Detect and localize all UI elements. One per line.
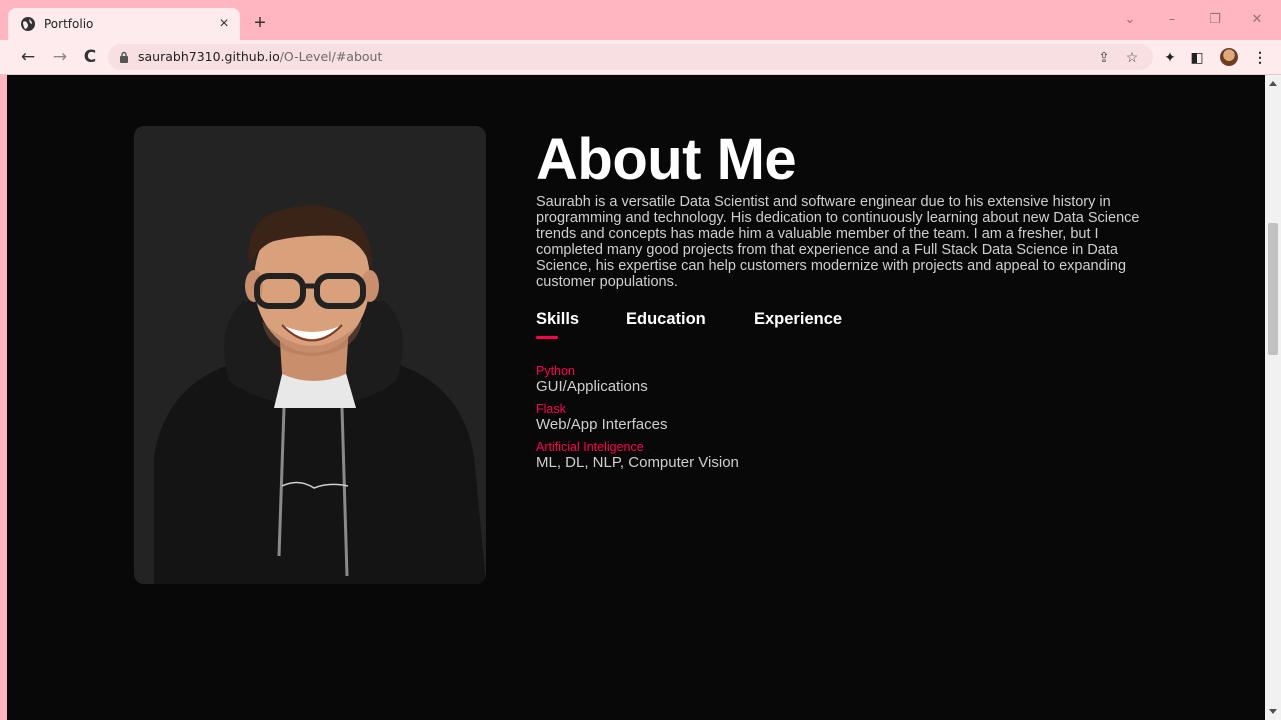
minimize-button[interactable]: – — [1160, 10, 1184, 30]
lock-icon — [120, 51, 128, 63]
window-edge — [0, 75, 7, 720]
skill-desc: ML, DL, NLP, Computer Vision — [536, 454, 739, 471]
tab-close-icon[interactable]: × — [216, 16, 232, 32]
scroll-down-icon[interactable] — [1269, 709, 1277, 714]
new-tab-button[interactable]: + — [248, 12, 272, 36]
share-icon[interactable]: ⇪ — [1096, 49, 1112, 65]
side-panel-icon[interactable]: ◧ — [1189, 49, 1205, 65]
about-bio: Saurabh is a versatile Data Scientist an… — [536, 194, 1140, 290]
list-item: Python GUI/Applications — [536, 364, 1146, 396]
skill-desc: Web/App Interfaces — [536, 416, 668, 433]
tab-title: Portfolio — [44, 17, 94, 31]
profile-avatar[interactable] — [1220, 48, 1238, 66]
globe-icon — [21, 17, 35, 31]
active-tab-indicator — [536, 336, 558, 339]
scroll-up-icon[interactable] — [1269, 81, 1277, 86]
about-tabs: Skills Education Experience — [536, 310, 1146, 340]
page-scrollbar[interactable] — [1265, 75, 1281, 720]
url-text: saurabh7310.github.io/O-Level/#about — [138, 49, 383, 64]
browser-toolbar: ← → C saurabh7310.github.io/O-Level/#abo… — [0, 40, 1281, 75]
tab-education[interactable]: Education — [626, 310, 706, 329]
list-item: Flask Web/App Interfaces — [536, 402, 1146, 434]
skills-list: Python GUI/Applications Flask Web/App In… — [536, 364, 1146, 472]
profile-photo — [134, 126, 486, 584]
tab-search-icon[interactable]: ⌄ — [1118, 10, 1142, 30]
section-title: About Me — [536, 127, 797, 192]
portrait-illustration — [154, 205, 486, 584]
about-section: About Me Saurabh is a versatile Data Sci… — [536, 126, 1146, 478]
list-item: Artificial Inteligence ML, DL, NLP, Comp… — [536, 440, 1146, 472]
back-button[interactable]: ← — [18, 47, 38, 67]
address-bar[interactable]: saurabh7310.github.io/O-Level/#about ⇪ ☆ — [108, 44, 1153, 70]
browser-menu-icon[interactable]: ⋮ — [1252, 49, 1268, 65]
tab-experience[interactable]: Experience — [754, 310, 842, 329]
close-window-button[interactable]: ✕ — [1245, 10, 1269, 30]
restore-button[interactable]: ❐ — [1203, 10, 1227, 30]
reload-button[interactable]: C — [80, 47, 100, 67]
skill-desc: GUI/Applications — [536, 378, 648, 395]
extensions-icon[interactable]: ✦ — [1162, 49, 1178, 65]
tab-strip: Portfolio × + ⌄ – ❐ ✕ — [0, 0, 1281, 40]
bookmark-star-icon[interactable]: ☆ — [1124, 49, 1140, 65]
browser-tab[interactable]: Portfolio × — [8, 8, 240, 40]
skill-name: Flask — [536, 402, 566, 416]
skill-name: Python — [536, 364, 575, 378]
tab-skills[interactable]: Skills — [536, 310, 579, 329]
forward-button[interactable]: → — [50, 47, 70, 67]
scrollbar-thumb[interactable] — [1268, 223, 1278, 355]
skill-name: Artificial Inteligence — [536, 440, 644, 454]
